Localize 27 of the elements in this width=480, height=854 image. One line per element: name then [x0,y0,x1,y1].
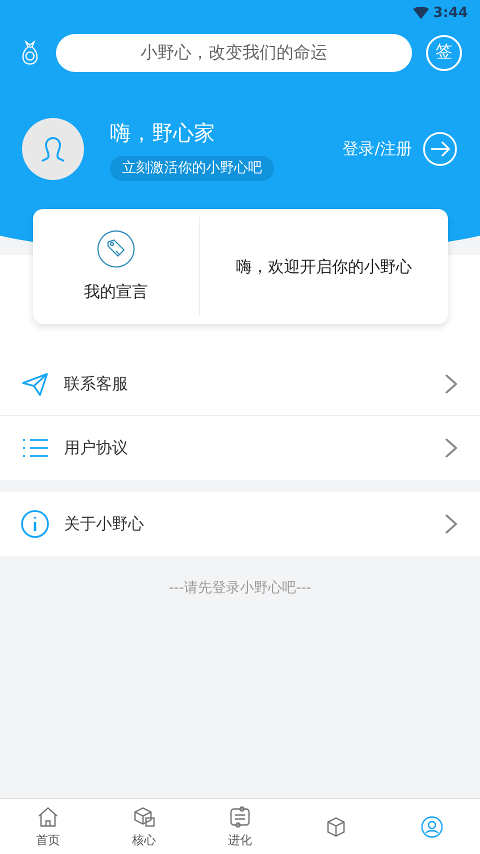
home-icon [36,804,60,828]
chevron-right-icon [444,437,458,459]
subtitle-pill: 立刻激活你的小野心吧 [110,156,274,180]
nav-tab[interactable]: 核心 [96,799,192,854]
chevron-right-icon [444,513,458,535]
chevron-right-icon [444,372,458,394]
search-field[interactable]: 小野心，改变我们的命运 [56,34,412,72]
welcome-message: 嗨，欢迎开启你的小野心 [236,256,412,278]
menu-label: 用户协议 [64,437,129,459]
menu-label: 联系客服 [64,372,129,394]
menu-row[interactable]: 关于小野心 [0,492,480,556]
tag-icon [97,230,135,268]
card-label: 我的宣言 [84,280,148,302]
greeting-title: 嗨，野心家 [110,120,216,147]
footer-note: ---请先登录小野心吧--- [168,579,312,598]
arrow-right-circle-icon[interactable] [422,131,458,168]
nav-tab[interactable]: 首页 [0,799,96,854]
flow-icon [228,804,252,828]
menu-row[interactable]: 联系客服 [0,352,480,416]
nav-tab[interactable]: 进化 [192,799,288,854]
box-icon [132,804,156,828]
menu-row[interactable]: 用户协议 [0,416,480,480]
status-time: 3:44 [433,4,468,22]
wifi-icon [413,7,430,19]
person-icon [420,814,444,838]
info-icon [20,509,50,539]
menu-label: 关于小野心 [64,513,145,535]
